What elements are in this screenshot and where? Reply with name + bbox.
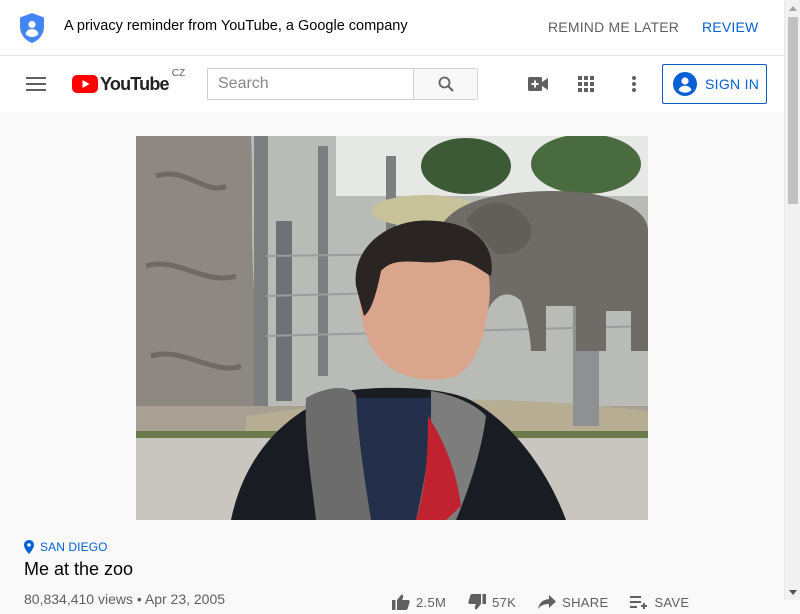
apps-grid-icon (578, 76, 594, 92)
create-video-button[interactable] (518, 64, 558, 104)
sign-in-label: SIGN IN (705, 76, 760, 92)
privacy-reminder-bar: A privacy reminder from YouTube, a Googl… (0, 0, 784, 56)
location-label: SAN DIEGO (40, 540, 108, 554)
video-location-link[interactable]: SAN DIEGO (24, 540, 108, 554)
apps-button[interactable] (566, 64, 606, 104)
youtube-logo-icon (72, 75, 98, 93)
create-video-icon (528, 77, 548, 91)
like-count: 2.5M (416, 594, 447, 610)
logo-wordmark: YouTube (100, 73, 170, 94)
menu-icon (26, 77, 46, 91)
youtube-logo[interactable]: YouTube CZ (72, 68, 185, 96)
more-vert-icon (632, 76, 636, 92)
thumb-down-icon (468, 594, 487, 610)
share-button[interactable]: SHARE (538, 595, 608, 610)
country-code: CZ (171, 68, 186, 79)
video-player[interactable] (136, 136, 648, 520)
dislike-button[interactable]: 57K (468, 594, 516, 610)
scroll-down-arrow-icon (789, 589, 797, 595)
thumb-up-icon (392, 594, 410, 610)
save-playlist-icon (630, 596, 648, 609)
video-title: Me at the zoo (24, 559, 134, 579)
scroll-up-button[interactable] (785, 0, 800, 16)
search-button[interactable] (413, 68, 478, 100)
save-button[interactable]: SAVE (630, 595, 689, 610)
privacy-shield-icon (20, 13, 44, 43)
scrollbar-thumb[interactable] (788, 17, 798, 204)
search-box (207, 68, 414, 100)
like-button[interactable]: 2.5M (392, 594, 446, 610)
video-meta: 80,834,410 views • Apr 23, 2005 (24, 591, 226, 607)
guide-menu-button[interactable] (16, 64, 56, 104)
location-pin-icon (24, 540, 34, 554)
privacy-message: A privacy reminder from YouTube, a Googl… (64, 18, 408, 34)
page-scrollbar[interactable] (784, 0, 800, 600)
remind-me-later-button[interactable]: REMIND ME LATER (536, 10, 691, 44)
share-icon (538, 595, 557, 609)
masthead: YouTube CZ Search SIGN IN (0, 56, 784, 112)
account-icon (673, 72, 697, 96)
search-input[interactable] (208, 69, 414, 99)
search-icon (438, 76, 454, 92)
video-actions: 2.5M 57K SHARE SAVE (392, 590, 711, 614)
save-label: SAVE (654, 594, 690, 610)
video-frame (136, 136, 648, 520)
share-label: SHARE (562, 594, 609, 610)
review-button[interactable]: REVIEW (690, 10, 770, 44)
sign-in-button[interactable]: SIGN IN (662, 64, 767, 104)
dislike-count: 57K (492, 594, 517, 610)
scroll-down-button[interactable] (785, 584, 800, 600)
scroll-up-arrow-icon (789, 5, 797, 11)
settings-more-button[interactable] (614, 64, 654, 104)
